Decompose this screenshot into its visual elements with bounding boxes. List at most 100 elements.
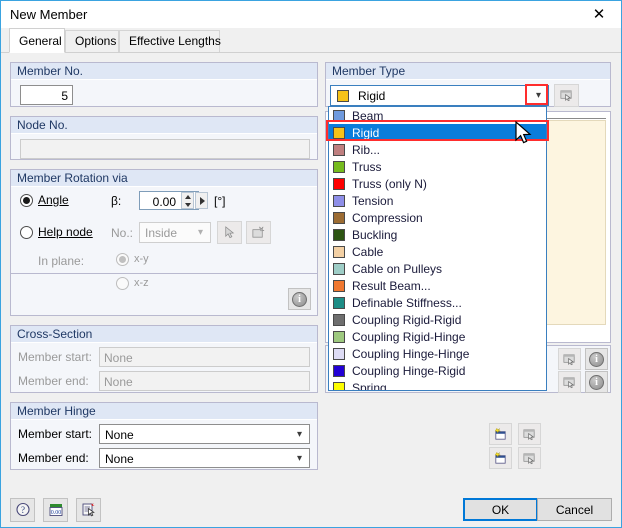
member-hinge-group: Member Hinge Member start: None ▾ Member…: [10, 402, 318, 470]
dropdown-item-label: Truss: [352, 159, 382, 174]
dropdown-item-label: Truss (only N): [352, 176, 427, 191]
radio-plane-xy-label: x-y: [134, 253, 149, 265]
help-glyph: ?: [15, 502, 30, 517]
dropdown-item[interactable]: Cable on Pulleys: [329, 260, 546, 277]
cancel-button[interactable]: Cancel: [537, 498, 612, 521]
cross-section-select-start-icon[interactable]: [558, 348, 581, 370]
dropdown-item-label: Cable on Pulleys: [352, 261, 443, 276]
dropdown-item[interactable]: Tension: [329, 192, 546, 209]
spinner-up-icon[interactable]: [185, 195, 191, 199]
member-type-select-icon[interactable]: [554, 84, 579, 107]
cancel-button-label: Cancel: [555, 502, 594, 517]
dropdown-item[interactable]: Result Beam...: [329, 277, 546, 294]
chevron-down-icon[interactable]: ▾: [290, 449, 309, 467]
radio-help-node[interactable]: [20, 226, 33, 239]
ok-button[interactable]: OK: [463, 498, 538, 521]
chevron-down-icon[interactable]: ▾: [290, 425, 309, 443]
beta-step-button[interactable]: [195, 192, 208, 209]
dropdown-item[interactable]: Beam: [329, 107, 546, 124]
tab-general[interactable]: General: [9, 28, 65, 53]
dropdown-item-color-swatch: [333, 330, 345, 343]
cross-section-info-end-icon[interactable]: i: [585, 371, 608, 393]
dropdown-item-label: Rigid: [352, 125, 380, 140]
dropdown-item[interactable]: Rigid: [329, 124, 546, 141]
member-rotation-group: Member Rotation via Angle β: 0.00 [°] He…: [10, 169, 318, 274]
member-no-input[interactable]: 5: [20, 85, 73, 105]
in-plane-label: In plane:: [38, 254, 85, 268]
pick-dialog-glyph: [523, 452, 535, 464]
member-hinge-group-title: Member Hinge: [11, 403, 317, 420]
dropdown-item[interactable]: Definable Stiffness...: [329, 294, 546, 311]
dialog-client-area: Member No. 5 Node No. Member Rotation vi…: [1, 52, 621, 492]
radio-angle[interactable]: [20, 194, 33, 207]
radio-plane-xz-outer: [116, 277, 129, 290]
member-rotation-group-ext: x-z i: [10, 274, 318, 316]
dropdown-item-label: Tension: [352, 193, 394, 208]
cross-section-select-end-icon[interactable]: [558, 371, 581, 393]
cross-section-start-input[interactable]: None: [99, 347, 310, 367]
dropdown-item[interactable]: Cable: [329, 243, 546, 260]
dropdown-item-color-swatch: [333, 364, 345, 377]
radio-angle-label: Angle: [38, 193, 69, 207]
info-glyph: i: [589, 351, 604, 367]
cross-section-info-start-icon[interactable]: i: [585, 348, 608, 370]
dropdown-item[interactable]: Coupling Hinge-Rigid: [329, 362, 546, 379]
rotation-info-icon[interactable]: i: [288, 288, 311, 310]
node-no-group-title: Node No.: [11, 117, 317, 134]
dropdown-item-color-swatch: [333, 211, 345, 224]
dropdown-item-color-swatch: [333, 381, 345, 390]
close-icon[interactable]: ✕: [577, 1, 621, 27]
dropdown-item[interactable]: Coupling Rigid-Rigid: [329, 311, 546, 328]
dropdown-item-label: Coupling Hinge-Rigid: [352, 363, 466, 378]
dropdown-item-color-swatch: [333, 279, 345, 292]
dropdown-item[interactable]: Spring...: [329, 379, 546, 391]
dropdown-item[interactable]: Buckling: [329, 226, 546, 243]
radio-help-node-label: Help node: [38, 225, 93, 239]
help-node-no-label: No.:: [111, 226, 134, 240]
hinge-new-end-icon[interactable]: [489, 447, 512, 469]
dropdown-item[interactable]: Coupling Rigid-Hinge: [329, 328, 546, 345]
spinner-down-icon[interactable]: [185, 203, 191, 207]
help-node-combo[interactable]: Inside ▾: [139, 222, 211, 243]
chevron-down-icon[interactable]: ▾: [191, 223, 210, 242]
member-type-dropdown-list[interactable]: Beam Rigid Rib... Truss Truss (only N) Tensio…: [328, 106, 547, 391]
pick-dialog-glyph: [560, 90, 572, 102]
hinge-new-start-icon[interactable]: [489, 423, 512, 445]
dropdown-item-color-swatch: [333, 313, 345, 326]
defaults-icon[interactable]: [76, 498, 101, 522]
dropdown-item[interactable]: Truss (only N): [329, 175, 546, 192]
chevron-down-icon[interactable]: ▾: [529, 86, 548, 105]
radio-plane-xz-label: x-z: [134, 277, 149, 289]
tab-strip: General Options Effective Lengths: [1, 28, 621, 53]
units-icon[interactable]: 0.00: [43, 498, 68, 522]
member-type-color-swatch: [337, 90, 349, 102]
pick-dialog-glyph: [563, 376, 575, 388]
dropdown-item-label: Result Beam...: [352, 278, 431, 293]
dropdown-item[interactable]: Rib...: [329, 141, 546, 158]
member-hinge-end-combo[interactable]: None ▾: [99, 448, 310, 468]
dropdown-item-label: Cable: [352, 244, 384, 259]
dropdown-item[interactable]: Truss: [329, 158, 546, 175]
beta-label: β:: [111, 194, 122, 208]
hinge-select-start-icon[interactable]: [518, 423, 541, 445]
new-node-icon[interactable]: [246, 221, 271, 244]
radio-plane-xz[interactable]: [116, 277, 129, 290]
beta-spinner[interactable]: [181, 192, 194, 209]
member-hinge-start-combo[interactable]: None ▾: [99, 424, 310, 444]
cross-section-end-label: Member end:: [18, 374, 89, 388]
dropdown-item[interactable]: Compression: [329, 209, 546, 226]
dropdown-item-color-swatch: [333, 245, 345, 258]
hinge-select-end-icon[interactable]: [518, 447, 541, 469]
node-no-input[interactable]: [20, 139, 310, 159]
tab-options[interactable]: Options: [65, 30, 119, 52]
cross-section-end-input[interactable]: None: [99, 371, 310, 391]
help-icon[interactable]: ?: [10, 498, 35, 522]
tab-effective-lengths[interactable]: Effective Lengths: [119, 30, 221, 52]
radio-plane-xy[interactable]: [116, 253, 129, 266]
svg-text:0.00: 0.00: [50, 510, 61, 516]
pick-node-icon[interactable]: [217, 221, 242, 244]
dropdown-item-label: Buckling: [352, 227, 398, 242]
member-type-combo[interactable]: Rigid ▾: [330, 85, 549, 106]
dropdown-item-label: Spring...: [352, 380, 397, 391]
dropdown-item[interactable]: Coupling Hinge-Hinge: [329, 345, 546, 362]
